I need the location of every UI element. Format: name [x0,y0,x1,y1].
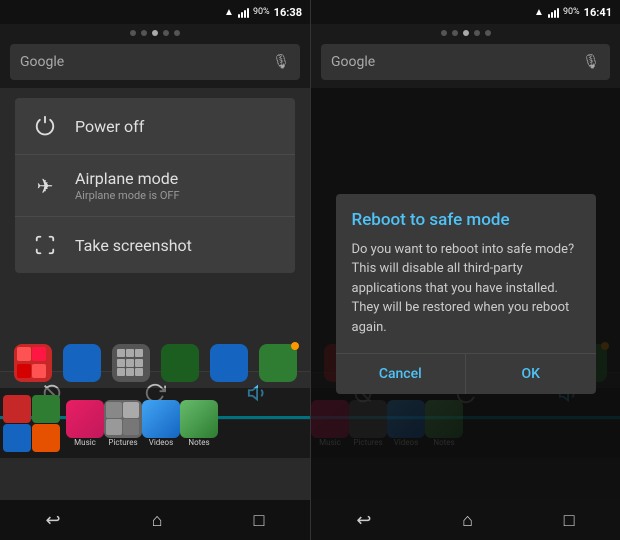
cancel-button[interactable]: Cancel [336,354,466,394]
pictures-label: Pictures [108,438,137,447]
recents-button-1[interactable]: □ [254,510,265,531]
app-item-notes[interactable]: Notes [180,400,218,447]
nav-bar-1: ↩ ⌂ □ [0,500,310,540]
wifi-icon-1: ▲ [224,7,234,18]
dot-10 [485,30,491,36]
dot-7 [452,30,458,36]
dialog-buttons: Cancel OK [336,353,596,394]
pictures-icon [104,400,142,438]
power-off-label: Power off [75,117,144,136]
power-menu: Power off ✈ Airplane mode Airplane mode … [15,98,295,273]
music-label: Music [74,438,96,447]
signal-icon-1 [238,6,249,18]
dialog-overlay: Reboot to safe mode Do you want to reboo… [311,88,620,500]
screenshot-text: Take screenshot [75,236,192,255]
back-button-2[interactable]: ↩ [356,510,371,531]
mic-icon-2: 🎙 [582,54,600,70]
airplane-mode-item[interactable]: ✈ Airplane mode Airplane mode is OFF [15,155,295,217]
app-icon-extra-6 [259,344,297,382]
status-bar-1: ▲ 90% 16:38 [0,0,310,24]
app-icon-extra-3 [112,344,150,382]
dot-indicators-1 [0,24,310,40]
signal-icon-2 [548,6,559,18]
power-off-item[interactable]: Power off [15,98,295,155]
status-bar-2: ▲ 90% 16:41 [311,0,620,24]
screenshot-icon [31,231,59,259]
screenshot-label: Take screenshot [75,236,192,255]
dialog-body: Do you want to reboot into safe mode? Th… [336,240,596,354]
extra-apps-1 [0,340,310,386]
back-button-1[interactable]: ↩ [46,510,61,531]
videos-icon [142,400,180,438]
bottom-apps-1: Music Pictures Videos Notes [0,388,310,458]
dialog-title: Reboot to safe mode [336,194,596,240]
notes-icon [180,400,218,438]
status-right-1: ▲ 90% 16:38 [224,6,302,19]
status-right-2: ▲ 90% 16:41 [534,6,612,19]
music-icon [66,400,104,438]
airplane-sublabel: Airplane mode is OFF [75,189,180,202]
search-text-2: Google [331,54,375,70]
power-off-text: Power off [75,117,144,136]
notif-dot-1 [291,342,299,350]
app-icon-extra-4 [161,344,199,382]
mini-app-1a [3,395,31,423]
app-extra-6[interactable] [259,344,297,382]
dot-5 [174,30,180,36]
home-button-1[interactable]: ⌂ [152,510,163,531]
mini-app-1d [32,424,60,452]
wallpaper-1: Power off ✈ Airplane mode Airplane mode … [0,88,310,500]
time-2: 16:41 [584,6,612,19]
dot-9 [474,30,480,36]
app-extra-4[interactable] [161,344,199,382]
dot-3 [152,30,158,36]
videos-label: Videos [149,438,173,447]
panel-2: ▲ 90% 16:41 Google 🎙 Reboot to safe mode [310,0,620,540]
dot-4 [163,30,169,36]
airplane-icon: ✈ [31,172,59,200]
battery-text-2: 90% [563,7,580,17]
airplane-label: Airplane mode [75,169,180,188]
safe-mode-dialog: Reboot to safe mode Do you want to reboo… [336,194,596,395]
app-extra-5[interactable] [210,344,248,382]
app-icon-extra-5 [210,344,248,382]
dot-8 [463,30,469,36]
app-item-pictures[interactable]: Pictures [104,400,142,447]
ok-button[interactable]: OK [466,354,596,394]
wallpaper-2: Reboot to safe mode Do you want to reboo… [311,88,620,500]
dot-1 [130,30,136,36]
dot-6 [441,30,447,36]
app-item-videos[interactable]: Videos [142,400,180,447]
battery-text-1: 90% [253,7,270,17]
mini-app-1b [32,395,60,423]
dot-indicators-2 [311,24,620,40]
airplane-text: Airplane mode Airplane mode is OFF [75,169,180,202]
dot-2 [141,30,147,36]
nav-bar-2: ↩ ⌂ □ [311,500,620,540]
app-item-music[interactable]: Music [66,400,104,447]
mic-icon-1: 🎙 [272,54,290,70]
app-extra-2[interactable] [63,344,101,382]
home-button-2[interactable]: ⌂ [462,510,473,531]
panel-1: ▲ 90% 16:38 Google 🎙 [0,0,310,540]
recents-button-2[interactable]: □ [564,510,575,531]
app-extra-3[interactable] [112,344,150,382]
notes-label: Notes [188,438,209,447]
app-icon-extra-1 [14,344,52,382]
time-1: 16:38 [274,6,302,19]
app-group-1 [3,395,63,452]
search-bar-1[interactable]: Google 🎙 [10,44,300,80]
app-extra-1[interactable] [14,344,52,382]
screenshot-item[interactable]: Take screenshot [15,217,295,273]
search-text-1: Google [20,54,64,70]
wifi-icon-2: ▲ [534,7,544,18]
mini-app-1c [3,424,31,452]
power-icon [31,112,59,140]
search-bar-2[interactable]: Google 🎙 [321,44,610,80]
app-icon-extra-2 [63,344,101,382]
